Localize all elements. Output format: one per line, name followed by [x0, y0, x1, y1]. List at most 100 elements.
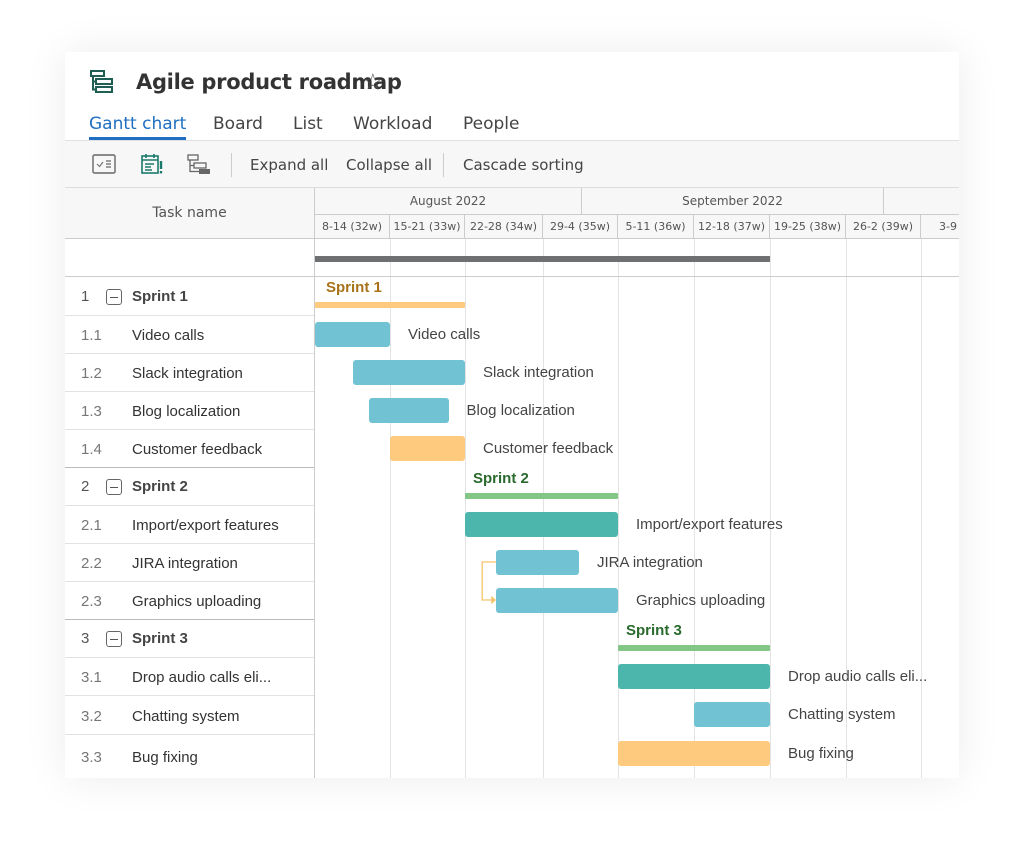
task-name-column-header[interactable]: Task name — [65, 188, 315, 238]
calendar-tasks-icon[interactable] — [140, 153, 164, 175]
task-bar[interactable] — [496, 550, 579, 575]
group-row[interactable]: 2 Sprint 2 — [65, 468, 314, 506]
week-header: 29-4 (35w) — [543, 215, 618, 238]
task-name: Blog localization — [132, 403, 241, 420]
collapse-toggle-icon[interactable] — [106, 479, 122, 495]
task-bar[interactable] — [465, 512, 618, 537]
month-header — [884, 188, 959, 215]
task-row[interactable]: 3.3 Bug fixing — [65, 735, 314, 778]
task-bar[interactable] — [369, 398, 449, 423]
hierarchy-icon[interactable] — [187, 153, 211, 175]
grid-header: Task name August 2022 September 2022 8-1… — [65, 188, 959, 239]
task-bar-label: Import/export features — [636, 516, 783, 533]
task-bar-label: Bug fixing — [788, 745, 854, 762]
cascade-sorting-button[interactable]: Cascade sorting — [463, 156, 584, 174]
task-bar-label: Blog localization — [466, 402, 575, 419]
tab-workload[interactable]: Workload — [353, 114, 432, 134]
task-name: Sprint 1 — [132, 288, 188, 305]
toolbar-divider — [231, 153, 232, 177]
task-name: Import/export features — [132, 517, 279, 534]
tab-list[interactable]: List — [293, 114, 323, 134]
task-row[interactable]: 3.2 Chatting system — [65, 696, 314, 735]
week-header: 26-2 (39w) — [846, 215, 921, 238]
task-row[interactable]: 2.1 Import/export features — [65, 506, 314, 544]
row-divider — [315, 657, 959, 658]
task-name: Customer feedback — [132, 441, 263, 458]
week-header: 8-14 (32w) — [315, 215, 390, 238]
task-name: Sprint 3 — [132, 630, 188, 647]
group-row[interactable]: 1 Sprint 1 — [65, 277, 314, 316]
collapse-toggle-icon[interactable] — [106, 631, 122, 647]
sprint-label: Sprint 2 — [473, 470, 529, 487]
collapse-toggle-icon[interactable] — [106, 289, 122, 305]
toolbar: Expand all Collapse all Cascade sorting — [65, 141, 959, 188]
project-summary-bar[interactable] — [315, 256, 770, 262]
task-number: 1.1 — [81, 327, 102, 344]
task-bar[interactable] — [315, 322, 390, 347]
task-bar[interactable] — [352, 360, 465, 385]
tab-people[interactable]: People — [463, 114, 519, 134]
task-row[interactable]: 1.4 Customer feedback — [65, 430, 314, 468]
task-name: Drop audio calls eli... — [132, 669, 272, 686]
tab-gantt-chart[interactable]: Gantt chart — [89, 114, 187, 140]
star-outline-icon[interactable]: ☆ — [363, 69, 383, 95]
week-header: 12-18 (37w) — [694, 215, 770, 238]
tab-board[interactable]: Board — [213, 114, 263, 134]
row-divider — [315, 391, 959, 392]
week-header: 15-21 (33w) — [390, 215, 465, 238]
task-row[interactable]: 1.3 Blog localization — [65, 392, 314, 430]
page-title: Agile product roadmap — [136, 70, 402, 94]
week-gridline — [694, 239, 695, 778]
sprint-label: Sprint 3 — [626, 622, 682, 639]
task-row[interactable]: 2.3 Graphics uploading — [65, 582, 314, 620]
task-bar-label: Drop audio calls eli... — [788, 668, 928, 685]
task-name: Slack integration — [132, 365, 243, 382]
task-name: Video calls — [132, 327, 205, 344]
week-gridline — [770, 239, 771, 778]
row-divider — [315, 315, 959, 316]
expand-all-button[interactable]: Expand all — [250, 156, 328, 174]
project-summary-row — [65, 239, 314, 277]
row-divider — [315, 695, 959, 696]
week-gridline — [921, 239, 922, 778]
task-bar[interactable] — [694, 702, 770, 727]
task-list: 1 Sprint 1 1.1 Video calls 1.2 Slack integrat… — [65, 239, 315, 778]
task-number: 3.3 — [81, 749, 102, 766]
collapse-all-button[interactable]: Collapse all — [346, 156, 432, 174]
task-number: 1.3 — [81, 403, 102, 420]
sprint-bar[interactable] — [315, 302, 465, 308]
title-bar: Agile product roadmap ☆ — [65, 52, 959, 112]
task-bar[interactable] — [390, 436, 465, 461]
month-header: August 2022 — [315, 188, 582, 215]
row-divider — [315, 543, 959, 544]
task-bar[interactable] — [618, 741, 770, 766]
row-divider — [315, 581, 959, 582]
task-bar-label: Slack integration — [483, 364, 594, 381]
task-number: 3.1 — [81, 669, 102, 686]
group-row[interactable]: 3 Sprint 3 — [65, 620, 314, 658]
task-name: JIRA integration — [132, 555, 238, 572]
sprint-bar[interactable] — [465, 493, 618, 499]
sprint-label: Sprint 1 — [326, 279, 382, 296]
task-number: 3 — [81, 630, 90, 647]
task-row[interactable]: 3.1 Drop audio calls eli... — [65, 658, 314, 696]
task-bar[interactable] — [496, 588, 618, 613]
gantt-timeline: Sprint 1 Video calls Slack integration Blog… — [315, 239, 959, 778]
task-number: 2 — [81, 478, 90, 495]
sprint-bar[interactable] — [618, 645, 770, 651]
toolbar-divider — [443, 153, 444, 177]
task-bar-label: Video calls — [408, 326, 481, 343]
task-number: 1 — [81, 288, 90, 305]
task-bar-label: JIRA integration — [597, 554, 703, 571]
week-gridline — [543, 239, 544, 778]
row-divider — [315, 353, 959, 354]
gantt-project-icon — [90, 70, 113, 93]
row-divider — [315, 467, 959, 468]
week-gridline — [390, 239, 391, 778]
task-bar[interactable] — [618, 664, 770, 689]
task-checklist-icon[interactable] — [92, 153, 116, 175]
task-bar-label: Chatting system — [788, 706, 896, 723]
task-row[interactable]: 2.2 JIRA integration — [65, 544, 314, 582]
task-row[interactable]: 1.2 Slack integration — [65, 354, 314, 392]
task-row[interactable]: 1.1 Video calls — [65, 316, 314, 354]
